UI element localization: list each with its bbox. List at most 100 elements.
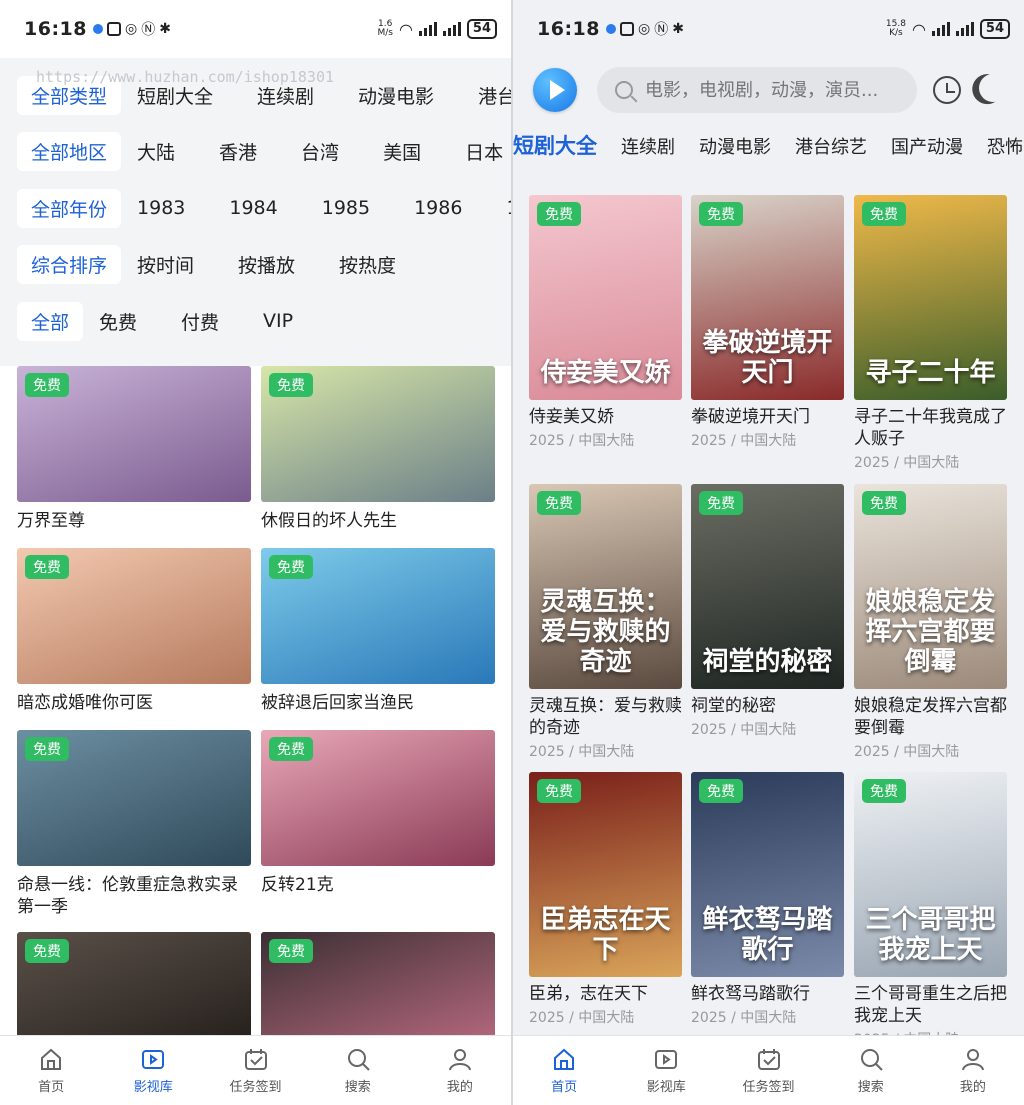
- video-card[interactable]: 免费三个哥哥把我宠上天三个哥哥重生之后把我宠上天2025 / 中国大陆: [854, 772, 1007, 1049]
- filter-option[interactable]: 按时间: [137, 251, 194, 278]
- history-clock-icon[interactable]: [933, 76, 961, 104]
- signal-icon-2: [955, 22, 974, 36]
- dark-mode-moon-icon[interactable]: [975, 70, 1011, 106]
- video-poster[interactable]: 免费 三个哥哥把我宠上天: [854, 772, 1007, 977]
- search-bar[interactable]: [597, 67, 917, 113]
- video-card[interactable]: 免费 鲜衣驽马踏歌行 鲜衣驽马踏歌行 2025 / 中国大陆: [691, 772, 844, 1027]
- nfc-icon: ◎: [637, 21, 651, 37]
- profile-icon: [960, 1046, 986, 1072]
- status-time: 16:18: [24, 18, 87, 40]
- video-poster[interactable]: 免费 拳破逆境开天门: [691, 195, 844, 400]
- filter-option[interactable]: 日本: [465, 138, 503, 165]
- battery-icon: 54: [979, 19, 1010, 39]
- filter-option[interactable]: 大陆: [137, 138, 175, 165]
- video-card[interactable]: 免费 臣弟志在天下 臣弟，志在天下 2025 / 中国大陆: [529, 772, 682, 1027]
- video-card[interactable]: 免费 命悬一线：伦敦重症急救实录第一季: [17, 730, 251, 918]
- right-screen: 16:18 ◎ Ⓝ ✱ 15.8 K/s ◠ 54 短剧大全连续剧动漫电影港台综: [513, 0, 1024, 1105]
- video-library-icon: [653, 1046, 679, 1072]
- video-poster[interactable]: 免费: [261, 366, 495, 502]
- filter-option[interactable]: 1986: [414, 197, 462, 219]
- video-card[interactable]: 免费 娘娘稳定发挥六宫都要倒霉娘娘稳定发挥六宫都要倒霉 2025 / 中国大陆: [854, 484, 1007, 761]
- search-input[interactable]: [645, 79, 885, 101]
- filter-option[interactable]: 美国: [383, 138, 421, 165]
- nav-item[interactable]: 任务签到: [204, 1036, 306, 1105]
- free-badge: 免费: [25, 939, 69, 963]
- video-poster[interactable]: 免费: [261, 548, 495, 684]
- task-checkin-icon: [243, 1046, 269, 1072]
- filter-option[interactable]: 动漫电影: [358, 82, 434, 109]
- video-title: 娘娘稳定发挥六宫都要倒霉: [854, 696, 1007, 738]
- nav-item[interactable]: 搜索: [820, 1036, 922, 1105]
- nav-item[interactable]: 首页: [513, 1036, 615, 1105]
- video-card[interactable]: 免费 拳破逆境开天门 拳破逆境开天门 2025 / 中国大陆: [691, 195, 844, 450]
- nav-item[interactable]: 我的: [409, 1036, 511, 1105]
- filter-region-selected[interactable]: 全部地区: [17, 132, 122, 171]
- nav-item[interactable]: 首页: [0, 1036, 102, 1105]
- nav-label: 我的: [959, 1080, 986, 1095]
- video-poster[interactable]: 免费 祠堂的秘密: [691, 484, 844, 689]
- filter-option[interactable]: 1985: [322, 197, 370, 219]
- network-speed-unit: M/s: [377, 28, 393, 38]
- poster-title-art: 三个哥哥把我宠上天: [865, 905, 996, 965]
- video-poster[interactable]: 免费 寻子二十年: [854, 195, 1007, 400]
- nav-item[interactable]: 影视库: [615, 1036, 717, 1105]
- poster-title-art: 拳破逆境开天门: [702, 328, 833, 388]
- poster-title-art: 灵魂互换：爱与救赎的奇迹: [540, 587, 671, 677]
- video-card[interactable]: 免费 祠堂的秘密 祠堂的秘密 2025 / 中国大陆: [691, 484, 844, 739]
- video-card[interactable]: 免费 休假日的坏人先生: [261, 366, 495, 532]
- app-logo-play-icon[interactable]: [533, 68, 577, 112]
- tab-category[interactable]: 动漫电影: [699, 133, 771, 159]
- bottom-nav: 首页 影视库 任务签到 搜索 我的: [0, 1035, 511, 1105]
- filter-sort-selected[interactable]: 综合排序: [17, 245, 122, 284]
- tab-category[interactable]: 恐怖: [987, 133, 1023, 159]
- video-meta: 2025 / 中国大陆: [529, 1010, 635, 1026]
- video-title: 万界至尊: [17, 511, 85, 531]
- video-poster[interactable]: 免费: [17, 366, 251, 502]
- filter-option[interactable]: 按热度: [339, 251, 396, 278]
- nav-item[interactable]: 搜索: [307, 1036, 409, 1105]
- nav-label: 影视库: [646, 1080, 686, 1095]
- poster-title-art: 祠堂的秘密: [702, 647, 833, 677]
- video-poster[interactable]: 免费: [17, 548, 251, 684]
- filter-option[interactable]: 台湾: [301, 138, 339, 165]
- nav-item[interactable]: 我的: [922, 1036, 1024, 1105]
- free-badge: 免费: [269, 373, 313, 397]
- video-card[interactable]: 免费反转21克: [261, 730, 495, 896]
- nav-label: 首页: [38, 1080, 65, 1095]
- filter-option[interactable]: 免费: [99, 308, 137, 335]
- network-speed-unit: K/s: [889, 28, 903, 38]
- video-poster[interactable]: 免费 侍妾美又娇: [529, 195, 682, 400]
- filter-option[interactable]: 港台: [478, 82, 511, 109]
- video-poster[interactable]: 免费: [261, 730, 495, 866]
- filter-option[interactable]: 1984: [229, 197, 277, 219]
- tab-category[interactable]: 国产动漫: [891, 133, 963, 159]
- video-card[interactable]: 免费 灵魂互换：爱与救赎的奇迹 灵魂互换：爱与救赎的奇迹 2025 / 中国大陆: [529, 484, 682, 761]
- video-title: 反转21克: [261, 875, 334, 895]
- filter-year-selected[interactable]: 全部年份: [17, 188, 122, 228]
- video-card[interactable]: 免费 寻子二十年 寻子二十年我竟成了人贩子 2025 / 中国大陆: [854, 195, 1007, 472]
- filter-option[interactable]: 香港: [219, 138, 257, 165]
- filter-option[interactable]: 付费: [181, 308, 219, 335]
- filter-option[interactable]: 按播放: [238, 251, 295, 278]
- filter-option[interactable]: VIP: [263, 310, 293, 332]
- tab-category[interactable]: 港台综艺: [795, 133, 867, 159]
- free-badge: 免费: [699, 491, 743, 515]
- video-card[interactable]: 免费 暗恋成婚唯你可医: [17, 548, 251, 714]
- video-meta: 2025 / 中国大陆: [854, 744, 960, 760]
- tab-category[interactable]: 连续剧: [621, 133, 675, 159]
- video-card[interactable]: 免费 被辞退后回家当渔民: [261, 548, 495, 714]
- filter-pay-selected[interactable]: 全部: [17, 301, 84, 341]
- video-card[interactable]: 免费 侍妾美又娇 侍妾美又娇 2025 / 中国大陆: [529, 195, 682, 450]
- video-poster[interactable]: 免费 娘娘稳定发挥六宫都要倒霉: [854, 484, 1007, 689]
- video-poster[interactable]: 免费 臣弟志在天下: [529, 772, 682, 977]
- video-poster[interactable]: 免费 鲜衣驽马踏歌行: [691, 772, 844, 977]
- video-poster[interactable]: 免费 灵魂互换：爱与救赎的奇迹: [529, 484, 682, 689]
- filter-option[interactable]: 1983: [137, 197, 185, 219]
- video-poster[interactable]: 免费: [17, 730, 251, 866]
- video-title: 寻子二十年我竟成了人贩子: [854, 407, 1007, 449]
- free-badge: 免费: [537, 779, 581, 803]
- video-card[interactable]: 免费 万界至尊: [17, 366, 251, 532]
- nav-item[interactable]: 任务签到: [717, 1036, 819, 1105]
- nav-item[interactable]: 影视库: [102, 1036, 204, 1105]
- tab-category[interactable]: 短剧大全: [513, 130, 597, 160]
